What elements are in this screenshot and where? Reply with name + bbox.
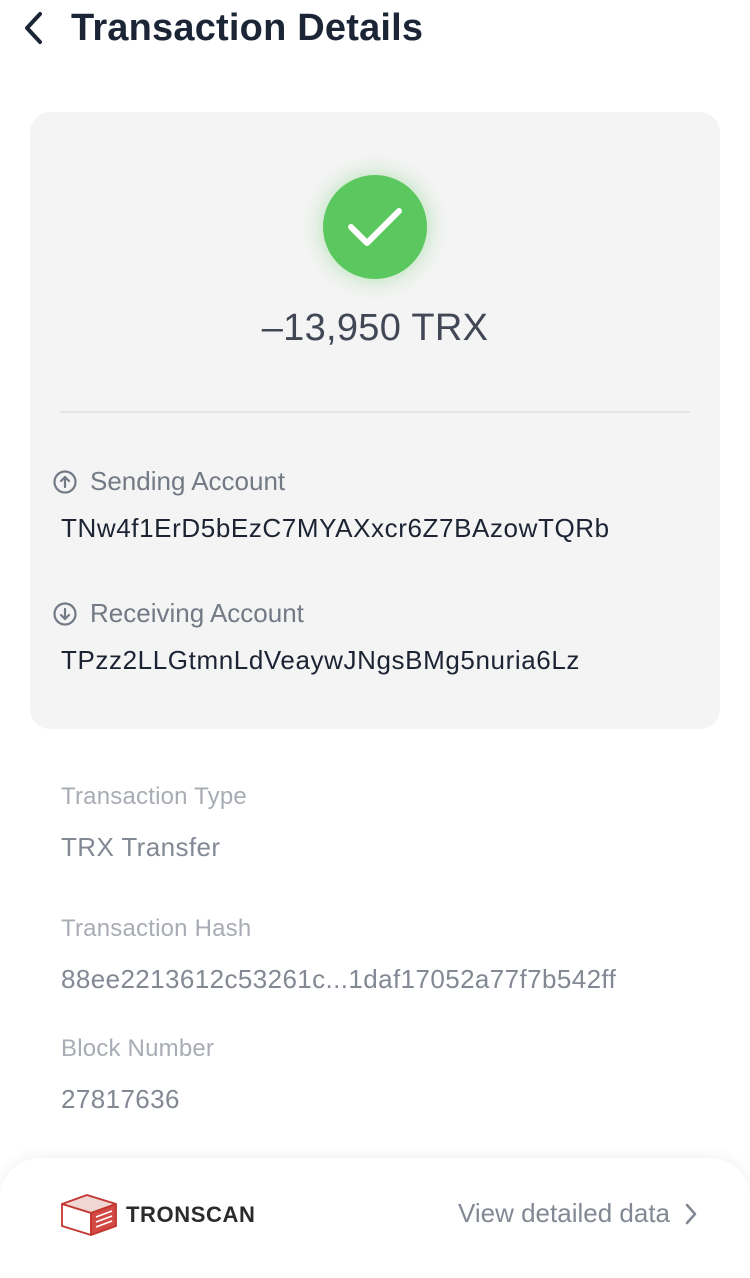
check-icon [348, 208, 402, 246]
transaction-type-label: Transaction Type [61, 783, 247, 810]
back-button[interactable] [14, 8, 54, 48]
success-status-badge [323, 175, 427, 279]
transaction-hash-label: Transaction Hash [61, 915, 252, 942]
transaction-amount: –13,950 TRX [261, 307, 489, 349]
transaction-hash-value[interactable]: 88ee2213612c53261c...1daf17052a77f7b542f… [61, 964, 616, 995]
sending-account-label-text: Sending Account [90, 466, 286, 496]
transaction-type-value: TRX Transfer [61, 832, 221, 862]
sending-account-address[interactable]: TNw4f1ErD5bEzC7MYAXxcr6Z7BAzowTQRb [61, 513, 610, 544]
page-title: Transaction Details [71, 7, 424, 49]
block-number-label: Block Number [61, 1035, 215, 1062]
divider [60, 411, 690, 413]
transaction-details-screen: Transaction Details –13,950 TRX Sending … [0, 0, 750, 1278]
block-number-value[interactable]: 27817636 [61, 1084, 180, 1115]
tronscan-brand: TRONSCAN [60, 1192, 255, 1238]
tronscan-logo-icon [61, 1194, 117, 1236]
receiving-account-label: Receiving Account [52, 598, 304, 629]
footer-bar: TRONSCAN View detailed data [0, 1158, 750, 1278]
brand-name: TRONSCAN [126, 1202, 256, 1227]
top-bar: Transaction Details [0, 0, 750, 60]
arrow-down-circle-icon [52, 601, 78, 627]
view-detailed-data-link[interactable]: View detailed data [458, 1198, 698, 1229]
chevron-left-icon [25, 12, 42, 44]
receiving-account-label-text: Receiving Account [90, 598, 304, 628]
view-detailed-data-label: View detailed data [457, 1198, 670, 1228]
arrow-up-circle-icon [52, 469, 78, 495]
transaction-summary-card: –13,950 TRX Sending Account TNw4f1ErD5bE… [30, 112, 720, 729]
sending-account-label: Sending Account [52, 466, 285, 497]
chevron-right-icon [684, 1202, 698, 1226]
receiving-account-address[interactable]: TPzz2LLGtmnLdVeaywJNgsBMg5nuria6Lz [61, 645, 580, 676]
